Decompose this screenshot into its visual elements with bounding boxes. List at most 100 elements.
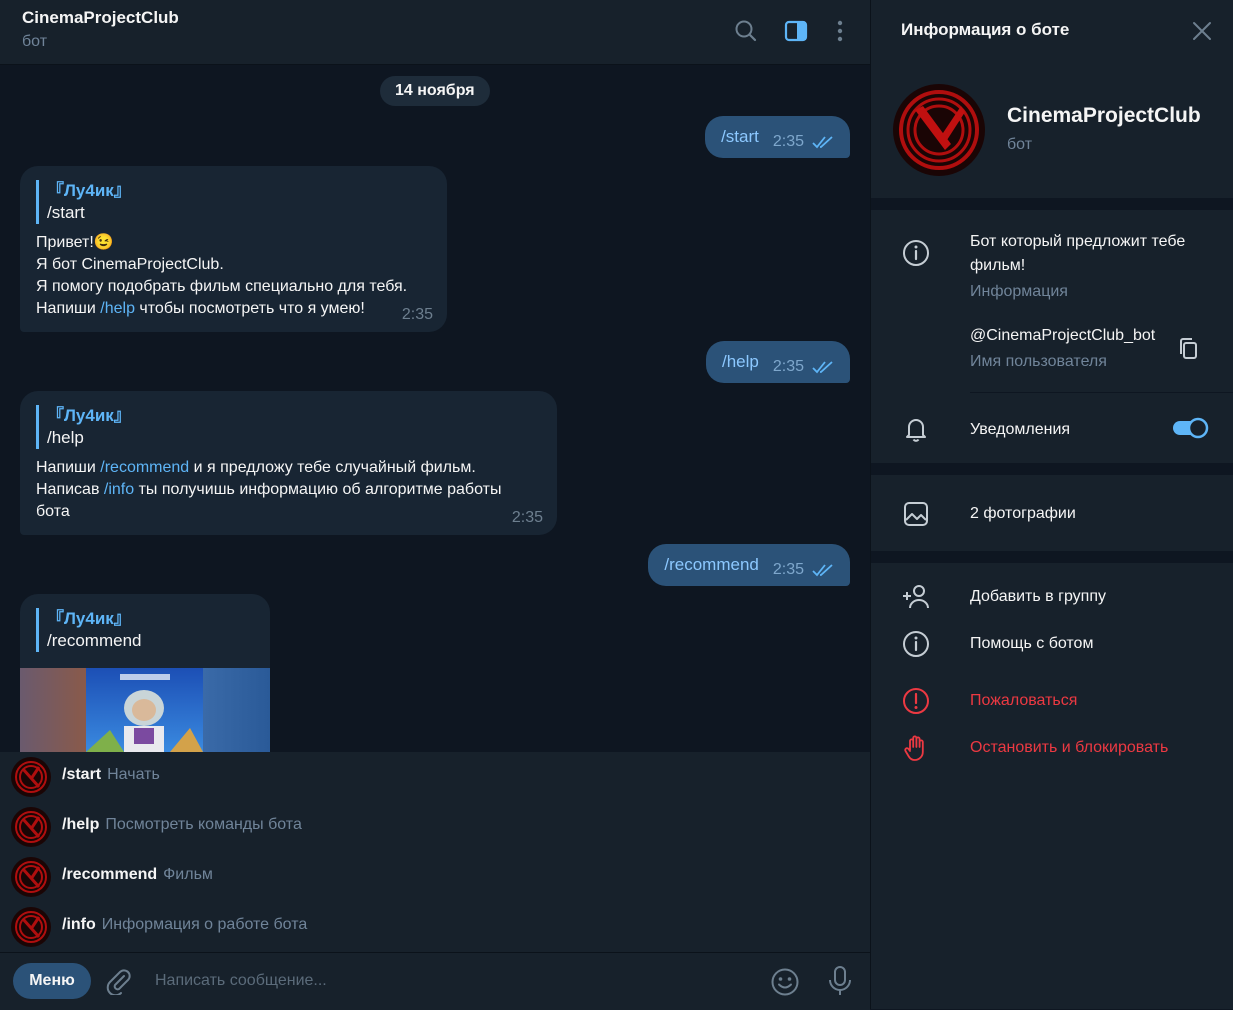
mic-icon[interactable] xyxy=(826,965,854,997)
text-span: и я предложу тебе случайный фильм. xyxy=(189,459,476,476)
emoji-icon[interactable] xyxy=(770,967,800,997)
message-text: /start xyxy=(721,127,759,146)
double-check-icon xyxy=(812,361,833,374)
photo-icon xyxy=(904,502,928,526)
quote-text: /start xyxy=(47,203,85,222)
reply-quote[interactable]: 『Лу4ик』 /recommend xyxy=(36,608,254,652)
command-item-info[interactable]: /info Информация о работе бота xyxy=(0,902,870,952)
bot-avatar xyxy=(11,807,51,847)
report-icon xyxy=(903,688,929,714)
bot-avatar xyxy=(11,907,51,947)
text-span: Напиши xyxy=(36,459,101,476)
panel-title: Информация о боте xyxy=(901,20,1070,39)
double-check-icon xyxy=(812,564,833,577)
attach-icon[interactable] xyxy=(104,967,132,995)
bot-help-label: Помощь с ботом xyxy=(970,635,1094,652)
stop-hand-icon xyxy=(904,735,924,761)
command-text: /start Начать xyxy=(62,766,160,784)
message-line: Привет!😉 xyxy=(36,234,114,251)
movie-poster-image[interactable] xyxy=(20,668,270,752)
bot-status: бот xyxy=(1007,136,1033,153)
separator xyxy=(871,551,1233,563)
bot-description[interactable]: Бот который предложит тебе фильм! xyxy=(970,230,1185,278)
stop-and-block-label: Остановить и блокировать xyxy=(970,739,1169,756)
close-icon[interactable] xyxy=(1191,20,1213,42)
incoming-message[interactable]: 『Лу4ик』 /recommend xyxy=(20,594,270,752)
command-link-recommend[interactable]: /recommend xyxy=(100,459,189,476)
outgoing-message[interactable]: /start 2:35 xyxy=(705,116,850,158)
message-time: 2:35 xyxy=(401,306,433,323)
reply-quote[interactable]: 『Лу4ик』 /start xyxy=(36,180,431,224)
separator xyxy=(871,463,1233,475)
command-item-recommend[interactable]: /recommend Фильм xyxy=(0,852,870,902)
notifications-toggle[interactable] xyxy=(1173,417,1209,439)
chat-area: CinemaProjectClub бот 14 ноября /start 2:… xyxy=(0,0,870,1010)
chat-header[interactable]: CinemaProjectClub бот xyxy=(0,0,870,65)
message-composer: Меню xyxy=(0,952,870,1010)
bell-icon xyxy=(906,419,926,442)
notifications-label: Уведомления xyxy=(970,421,1071,438)
report-label: Пожаловаться xyxy=(970,692,1078,709)
quote-text: /recommend xyxy=(47,631,142,650)
add-user-icon xyxy=(903,585,929,609)
bot-name: CinemaProjectClub xyxy=(1007,104,1201,127)
command-link-help[interactable]: /help xyxy=(100,300,135,317)
message-line: Я помогу подобрать фильм специально для … xyxy=(36,278,408,295)
reply-quote[interactable]: 『Лу4ик』 /help xyxy=(36,405,541,449)
sidebar-toggle-icon[interactable] xyxy=(783,18,809,44)
chat-title[interactable]: CinemaProjectClub xyxy=(22,8,179,28)
copy-icon[interactable] xyxy=(1177,336,1201,362)
incoming-message[interactable]: 『Лу4ик』 /start Привет!😉 Я бот CinemaProj… xyxy=(20,166,447,332)
incoming-message[interactable]: 『Лу4ик』 /help Напиши /recommend и я пред… xyxy=(20,391,557,535)
message-time: 2:35 xyxy=(511,509,543,526)
photos-label: 2 фотографии xyxy=(970,505,1076,522)
outgoing-message[interactable]: /recommend 2:35 xyxy=(648,544,850,586)
search-icon[interactable] xyxy=(733,18,759,44)
command-item-help[interactable]: /help Посмотреть команды бота xyxy=(0,802,870,852)
separator xyxy=(871,198,1233,210)
message-input[interactable] xyxy=(146,963,764,999)
text-span: Написав xyxy=(36,481,104,498)
info-icon xyxy=(903,240,929,266)
command-text: /info Информация о работе бота xyxy=(62,916,307,934)
double-check-icon xyxy=(812,136,833,149)
help-icon xyxy=(903,631,929,657)
bot-avatar[interactable] xyxy=(893,84,985,176)
message-list[interactable]: 14 ноября /start 2:35 『Лу4ик』 /start Прив… xyxy=(0,65,870,752)
message-time: 2:35 xyxy=(772,133,804,150)
command-description: Фильм xyxy=(163,866,213,883)
bot-menu-button[interactable]: Меню xyxy=(13,963,91,999)
chat-subtitle: бот xyxy=(22,33,48,50)
command-text: /recommend Фильм xyxy=(62,866,213,884)
quote-author: 『Лу4ик』 xyxy=(47,181,131,200)
command-description: Посмотреть команды бота xyxy=(105,816,302,833)
command-name: /recommend xyxy=(62,866,158,883)
message-text: /help xyxy=(721,352,759,371)
quote-text: /help xyxy=(47,428,84,447)
command-name: /help xyxy=(62,816,100,833)
description-label: Информация xyxy=(970,283,1068,300)
command-link-info[interactable]: /info xyxy=(104,481,134,498)
text-span: Напиши xyxy=(36,300,101,317)
message-line: Я бот CinemaProjectClub. xyxy=(36,256,224,273)
bot-avatar xyxy=(11,857,51,897)
command-item-start[interactable]: /start Начать xyxy=(0,752,870,802)
command-text: /help Посмотреть команды бота xyxy=(62,816,302,834)
outgoing-message[interactable]: /help 2:35 xyxy=(705,341,850,383)
bot-username[interactable]: @CinemaProjectClub_bot xyxy=(970,324,1155,348)
description-line: фильм! xyxy=(970,257,1026,274)
more-vertical-icon[interactable] xyxy=(827,18,853,44)
message-time: 2:35 xyxy=(772,561,804,578)
add-to-group-label: Добавить в группу xyxy=(970,588,1106,605)
divider xyxy=(970,392,1233,393)
command-description: Начать xyxy=(107,766,160,783)
bot-command-list: /start Начать /help Посмотреть команды бот… xyxy=(0,752,870,952)
command-name: /start xyxy=(62,766,102,783)
text-span: ты получишь информацию об алгоритме рабо… xyxy=(134,481,502,498)
command-description: Информация о работе бота xyxy=(101,916,308,933)
message-line: Напиши /recommend и я предложу тебе случ… xyxy=(36,457,541,479)
command-name: /info xyxy=(62,916,96,933)
message-text: /recommend xyxy=(664,555,759,574)
quote-author: 『Лу4ик』 xyxy=(47,406,131,425)
date-separator: 14 ноября xyxy=(380,76,490,106)
